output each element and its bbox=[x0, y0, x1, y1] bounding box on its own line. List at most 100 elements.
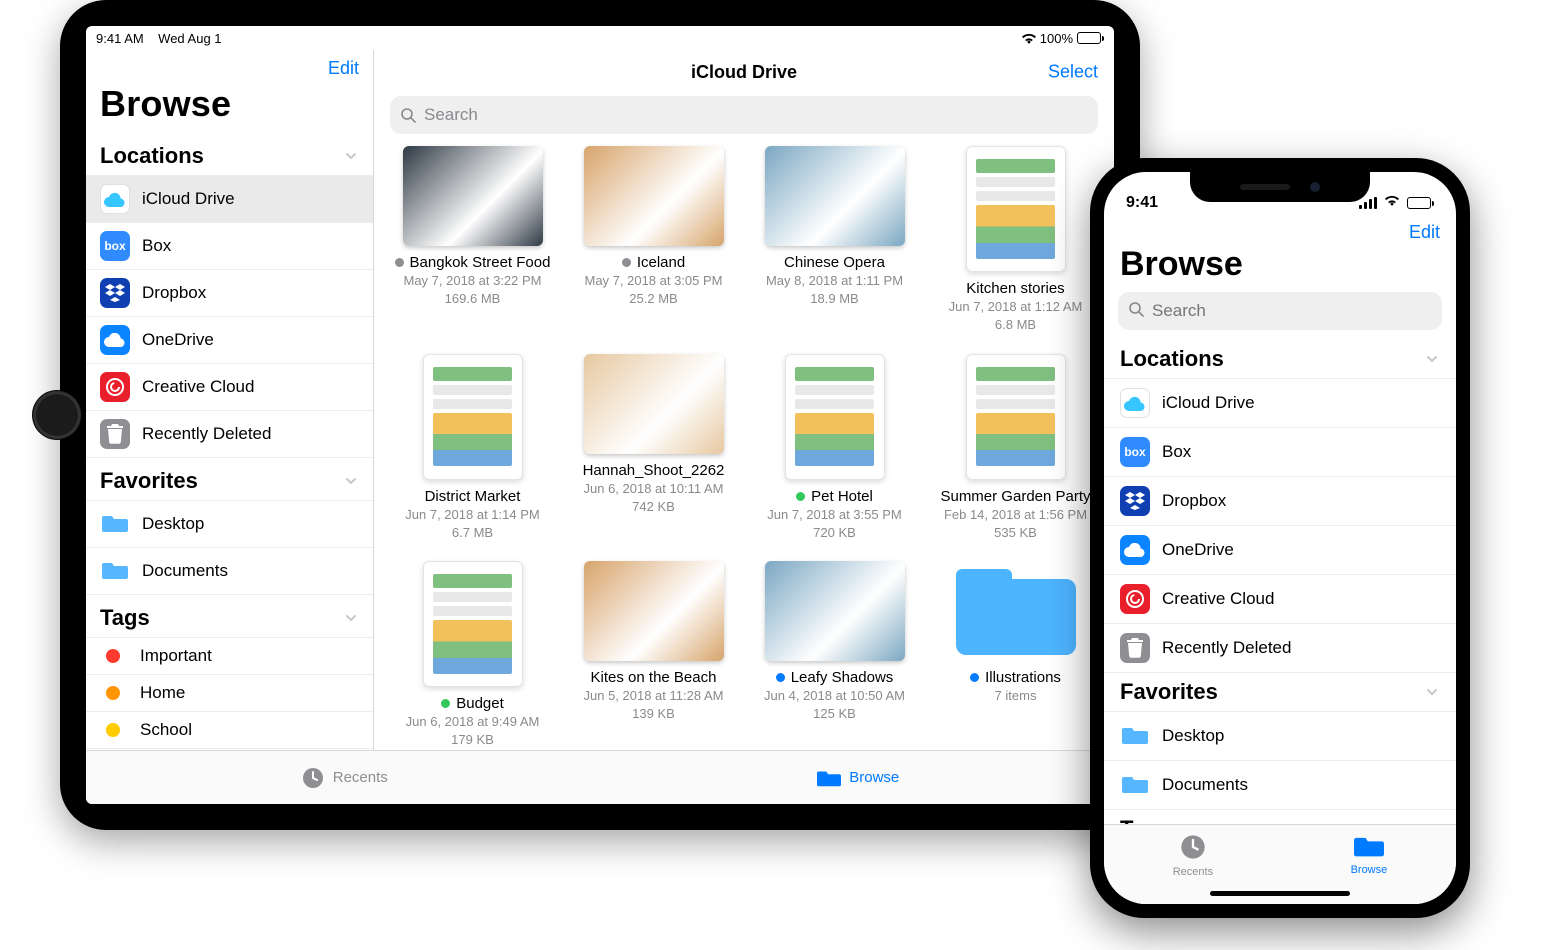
file-item[interactable]: Bangkok Street FoodMay 7, 2018 at 3:22 P… bbox=[386, 146, 559, 334]
search-field[interactable] bbox=[1118, 292, 1442, 330]
sidebar-item-label: Recently Deleted bbox=[1162, 638, 1291, 658]
section-locations-header[interactable]: Locations bbox=[86, 133, 373, 175]
file-size: 18.9 MB bbox=[810, 291, 858, 307]
edit-button[interactable]: Edit bbox=[328, 58, 359, 79]
tab-recents[interactable]: Recents bbox=[1173, 833, 1213, 904]
file-size: 742 KB bbox=[632, 499, 675, 515]
sidebar-item-label: Desktop bbox=[142, 514, 204, 534]
cloud-icon bbox=[1120, 388, 1150, 418]
sidebar-item-desktop[interactable]: Desktop bbox=[86, 500, 373, 547]
tab-recents[interactable]: Recents bbox=[301, 767, 388, 789]
file-meta: May 7, 2018 at 3:05 PM bbox=[584, 273, 722, 289]
tag-label: Home bbox=[140, 683, 185, 703]
file-meta: Jun 7, 2018 at 3:55 PM bbox=[767, 507, 901, 523]
file-item[interactable]: IcelandMay 7, 2018 at 3:05 PM25.2 MB bbox=[567, 146, 740, 334]
section-favorites-header[interactable]: Favorites bbox=[1104, 673, 1456, 711]
sidebar-item-icloud-drive[interactable]: iCloud Drive bbox=[1104, 378, 1456, 427]
tag-dot bbox=[776, 673, 785, 682]
sidebar-item-icloud-drive[interactable]: iCloud Drive bbox=[86, 175, 373, 222]
file-size: 125 KB bbox=[813, 706, 856, 722]
file-item[interactable]: Illustrations7 items bbox=[929, 561, 1102, 749]
edit-button[interactable]: Edit bbox=[1409, 222, 1440, 243]
file-name: Hannah_Shoot_2262 bbox=[583, 462, 725, 479]
file-item[interactable]: Leafy ShadowsJun 4, 2018 at 10:50 AM125 … bbox=[748, 561, 921, 749]
sidebar-item-box[interactable]: boxBox bbox=[86, 222, 373, 269]
sidebar-item-label: Recently Deleted bbox=[142, 424, 271, 444]
file-size: 535 KB bbox=[994, 525, 1037, 541]
image-thumbnail bbox=[584, 561, 724, 661]
file-meta: Jun 4, 2018 at 10:50 AM bbox=[764, 688, 905, 704]
file-item[interactable]: Chinese OperaMay 8, 2018 at 1:11 PM18.9 … bbox=[748, 146, 921, 334]
folder-icon bbox=[817, 767, 841, 789]
tab-recents-label: Recents bbox=[333, 769, 388, 786]
iphone-scroll[interactable]: Locations iCloud DriveboxBox Dropbox OneDr… bbox=[1104, 340, 1456, 824]
section-tags-header[interactable]: Tags bbox=[1104, 810, 1456, 824]
file-meta: Jun 6, 2018 at 9:49 AM bbox=[406, 714, 540, 730]
sidebar-item-onedrive[interactable]: OneDrive bbox=[86, 316, 373, 363]
select-button[interactable]: Select bbox=[1048, 62, 1098, 83]
file-item[interactable]: Kitchen storiesJun 7, 2018 at 1:12 AM6.8… bbox=[929, 146, 1102, 334]
document-thumbnail bbox=[423, 354, 523, 480]
file-size: 720 KB bbox=[813, 525, 856, 541]
iphone-title: Browse bbox=[1104, 245, 1456, 292]
sidebar-item-desktop[interactable]: Desktop bbox=[1104, 711, 1456, 760]
section-locations-label: Locations bbox=[100, 143, 204, 169]
tag-school[interactable]: School bbox=[86, 711, 373, 749]
cc-icon bbox=[1120, 584, 1150, 614]
image-thumbnail bbox=[584, 146, 724, 246]
search-input[interactable] bbox=[424, 105, 1088, 125]
search-input[interactable] bbox=[1152, 301, 1432, 321]
sidebar-item-box[interactable]: boxBox bbox=[1104, 427, 1456, 476]
section-tags-header[interactable]: Tags bbox=[86, 595, 373, 637]
file-meta: Jun 7, 2018 at 1:14 PM bbox=[405, 507, 539, 523]
trash-icon bbox=[100, 419, 130, 449]
file-name: Iceland bbox=[622, 254, 685, 271]
tag-home[interactable]: Home bbox=[86, 674, 373, 711]
file-item[interactable]: BudgetJun 6, 2018 at 9:49 AM179 KB bbox=[386, 561, 559, 749]
sidebar-item-documents[interactable]: Documents bbox=[86, 547, 373, 595]
sidebar-item-label: Box bbox=[1162, 442, 1191, 462]
clock-icon bbox=[301, 767, 325, 789]
tag-important[interactable]: Important bbox=[86, 637, 373, 674]
tag-color-dot bbox=[106, 649, 120, 663]
file-size: 6.8 MB bbox=[995, 317, 1036, 333]
iphone-device: 9:41 Edit Browse Locations bbox=[1090, 158, 1470, 918]
sidebar-item-creative-cloud[interactable]: Creative Cloud bbox=[86, 363, 373, 410]
file-meta: Jun 6, 2018 at 10:11 AM bbox=[584, 481, 724, 497]
tab-browse[interactable]: Browse bbox=[1351, 833, 1388, 904]
file-item[interactable]: Summer Garden PartyFeb 14, 2018 at 1:56 … bbox=[929, 354, 1102, 542]
document-thumbnail bbox=[966, 146, 1066, 272]
section-favorites-label: Favorites bbox=[1120, 679, 1218, 705]
file-item[interactable]: Pet HotelJun 7, 2018 at 3:55 PM720 KB bbox=[748, 354, 921, 542]
sidebar-item-recently-deleted[interactable]: Recently Deleted bbox=[86, 410, 373, 458]
sidebar-item-creative-cloud[interactable]: Creative Cloud bbox=[1104, 574, 1456, 623]
file-meta: Feb 14, 2018 at 1:56 PM bbox=[944, 507, 1087, 523]
tab-browse[interactable]: Browse bbox=[817, 767, 899, 789]
file-meta: Jun 7, 2018 at 1:12 AM bbox=[949, 299, 1083, 315]
section-favorites-header[interactable]: Favorites bbox=[86, 458, 373, 500]
tag-dot bbox=[395, 258, 404, 267]
file-size: 6.7 MB bbox=[452, 525, 493, 541]
search-field[interactable] bbox=[390, 96, 1098, 134]
sidebar-item-documents[interactable]: Documents bbox=[1104, 760, 1456, 810]
file-item[interactable]: District MarketJun 7, 2018 at 1:14 PM6.7… bbox=[386, 354, 559, 542]
sidebar-item-dropbox[interactable]: Dropbox bbox=[86, 269, 373, 316]
file-item[interactable]: Kites on the BeachJun 5, 2018 at 11:28 A… bbox=[567, 561, 740, 749]
file-item[interactable]: Hannah_Shoot_2262 Jun 6, 2018 at 10:11 AM… bbox=[567, 354, 740, 542]
sidebar-item-recently-deleted[interactable]: Recently Deleted bbox=[1104, 623, 1456, 673]
sidebar-item-label: Dropbox bbox=[1162, 491, 1226, 511]
dropbox-icon bbox=[100, 278, 130, 308]
search-icon bbox=[1128, 301, 1144, 322]
battery-icon bbox=[1077, 32, 1104, 44]
folder-icon bbox=[100, 556, 130, 586]
sidebar-item-dropbox[interactable]: Dropbox bbox=[1104, 476, 1456, 525]
folder-icon bbox=[1120, 721, 1150, 751]
wifi-icon bbox=[1020, 32, 1036, 44]
chevron-down-icon bbox=[1424, 684, 1440, 700]
chevron-down-icon bbox=[343, 473, 359, 489]
sidebar-item-onedrive[interactable]: OneDrive bbox=[1104, 525, 1456, 574]
search-icon bbox=[400, 107, 416, 123]
sidebar-title: Browse bbox=[86, 83, 373, 133]
ipad-device: 9:41 AM Wed Aug 1 100% Edit Brows bbox=[60, 0, 1140, 830]
section-locations-header[interactable]: Locations bbox=[1104, 340, 1456, 378]
